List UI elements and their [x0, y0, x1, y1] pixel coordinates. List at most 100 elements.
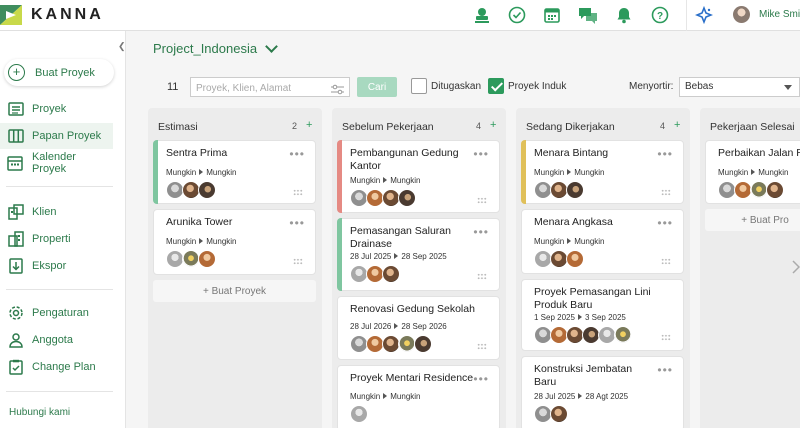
add-project-button[interactable]: + Buat Proyek	[153, 280, 316, 302]
sidebar-item-anggota[interactable]: Anggota	[0, 327, 113, 353]
sort-select[interactable]: Bebas	[679, 77, 800, 97]
sidebar-item-proyek[interactable]: Proyek	[0, 96, 113, 122]
sidebar: ❮ + Buat Proyek Proyek Papan Proyek Kale…	[0, 31, 126, 428]
project-card[interactable]: Renovasi Gedung Sekolah 28 Jul 2026 28 Se…	[337, 296, 500, 360]
project-card[interactable]: Proyek Mentari Residence ••• Mungkin Mung…	[337, 365, 500, 428]
new-project-button[interactable]: + Buat Proyek	[4, 59, 114, 86]
assignee-avatars	[534, 181, 584, 199]
filter-icon[interactable]	[331, 82, 344, 100]
add-project-button[interactable]: + Buat Pro	[705, 209, 800, 231]
project-card[interactable]: Sentra Prima ••• Mungkin Mungkin	[153, 140, 316, 204]
project-card[interactable]: Pemasangan Saluran Drainase ••• 28 Jul 2…	[337, 218, 500, 291]
more-icon[interactable]: •••	[473, 372, 489, 386]
card-title: Perbaikan Jalan R	[718, 147, 800, 159]
project-selector[interactable]: Project_Indonesia	[153, 39, 278, 56]
bell-icon[interactable]	[614, 5, 634, 25]
svg-text:?: ?	[657, 11, 663, 22]
gear-icon	[7, 305, 24, 322]
logo-text: KANNA	[31, 6, 104, 23]
calendar-icon[interactable]	[542, 5, 562, 25]
status-stripe	[337, 140, 342, 213]
parent-project-checkbox[interactable]	[488, 78, 504, 94]
assignee-avatars	[534, 405, 568, 423]
assignee-avatars	[166, 250, 216, 268]
collapse-sidebar-icon[interactable]: ❮	[118, 41, 126, 52]
plan-icon	[7, 359, 24, 376]
sidebar-item-change-plan[interactable]: Change Plan	[0, 354, 113, 380]
sparkle-icon[interactable]	[694, 5, 714, 25]
column-add-button[interactable]: +	[490, 119, 496, 131]
sidebar-item-label: Papan Proyek	[32, 130, 102, 142]
user-name: Mike Smit	[759, 9, 800, 20]
contact-link[interactable]: Hubungi kami	[9, 407, 70, 418]
card-dates: 28 Jul 2026 28 Sep 2026	[350, 322, 447, 331]
project-name: Project_Indonesia	[153, 41, 258, 56]
sidebar-item-properti[interactable]: Properti	[0, 226, 113, 252]
more-icon[interactable]: •••	[289, 216, 305, 230]
board-column-sedang-dikerjakan: Sedang Dikerjakan 4 + Menara Bintang •••…	[516, 108, 690, 428]
drag-handle-icon[interactable]	[293, 258, 303, 265]
drag-handle-icon[interactable]	[661, 334, 671, 341]
drag-handle-icon[interactable]	[477, 343, 487, 350]
sidebar-item-label: Ekspor	[32, 260, 67, 272]
check-circle-icon[interactable]	[507, 5, 527, 25]
card-title: Renovasi Gedung Sekolah	[350, 303, 475, 315]
avatar	[566, 181, 584, 199]
more-icon[interactable]: •••	[473, 147, 489, 161]
more-icon[interactable]: •••	[657, 147, 673, 161]
drag-handle-icon[interactable]	[477, 273, 487, 280]
calendar-icon	[7, 155, 24, 172]
card-title: Menara Bintang	[534, 147, 609, 159]
drag-handle-icon[interactable]	[293, 189, 303, 196]
more-icon[interactable]: •••	[473, 225, 489, 239]
project-card[interactable]: Konstruksi Jembatan Baru ••• 28 Jul 2025…	[521, 356, 684, 428]
board-column-pekerjaan-selesai: Pekerjaan Selesai Perbaikan Jalan R Mung…	[700, 108, 800, 428]
search-button[interactable]: Cari	[357, 77, 397, 97]
card-dates: 28 Jul 2025 28 Agt 2025	[534, 392, 629, 401]
drag-handle-icon[interactable]	[477, 197, 487, 204]
card-title: Sentra Prima	[166, 147, 228, 159]
project-card[interactable]: Proyek Pemasangan Lini Produk Baru 1 Sep…	[521, 279, 684, 351]
project-card[interactable]: Pembangunan Gedung Kantor ••• Mungkin Mun…	[337, 140, 500, 213]
logo[interactable]: KANNA	[0, 5, 104, 25]
export-icon	[7, 258, 24, 275]
card-title: Konstruksi Jembatan Baru	[534, 363, 633, 388]
card-title: Proyek Pemasangan Lini Produk Baru	[534, 286, 651, 311]
sidebar-item-papan-proyek[interactable]: Papan Proyek	[0, 123, 113, 149]
project-card[interactable]: Perbaikan Jalan R Mungkin Mungkin	[705, 140, 800, 204]
user-menu[interactable]: Mike Smit	[733, 6, 800, 23]
chevron-down-icon	[265, 39, 278, 53]
assigned-checkbox[interactable]	[411, 78, 427, 94]
sidebar-divider	[6, 289, 113, 290]
more-icon[interactable]: •••	[657, 216, 673, 230]
search-input[interactable]	[191, 79, 321, 98]
drag-handle-icon[interactable]	[661, 258, 671, 265]
sidebar-item-label: Kalender Proyek	[31, 151, 76, 175]
column-add-button[interactable]: +	[674, 119, 680, 131]
sidebar-item-kalender-proyek[interactable]: Kalender Proyek	[0, 150, 113, 176]
card-title: Arunika Tower	[166, 216, 233, 228]
drag-handle-icon[interactable]	[661, 189, 671, 196]
member-icon	[7, 332, 24, 349]
chat-icon[interactable]	[578, 5, 598, 25]
assignee-avatars	[350, 189, 416, 207]
sidebar-item-klien[interactable]: Klien	[0, 199, 113, 225]
sidebar-item-pengaturan[interactable]: Pengaturan	[0, 300, 113, 326]
more-icon[interactable]: •••	[289, 147, 305, 161]
sidebar-item-ekspor[interactable]: Ekspor	[0, 253, 113, 279]
card-dates: Mungkin Mungkin	[166, 168, 237, 177]
sidebar-item-label: Change Plan	[32, 361, 96, 373]
column-title: Estimasi	[158, 121, 198, 133]
project-card[interactable]: Menara Bintang ••• Mungkin Mungkin	[521, 140, 684, 204]
assignee-avatars	[534, 250, 584, 268]
stamp-icon[interactable]	[472, 5, 492, 25]
project-card[interactable]: Menara Angkasa ••• Mungkin Mungkin	[521, 209, 684, 274]
scroll-right-icon[interactable]	[792, 260, 800, 274]
list-icon	[7, 101, 24, 118]
project-card[interactable]: Arunika Tower ••• Mungkin Mungkin	[153, 209, 316, 275]
column-add-button[interactable]: +	[306, 119, 312, 131]
more-icon[interactable]: •••	[657, 363, 673, 377]
avatar	[382, 265, 400, 283]
sidebar-item-label: Pengaturan	[32, 307, 89, 319]
help-icon[interactable]: ?	[650, 5, 670, 25]
